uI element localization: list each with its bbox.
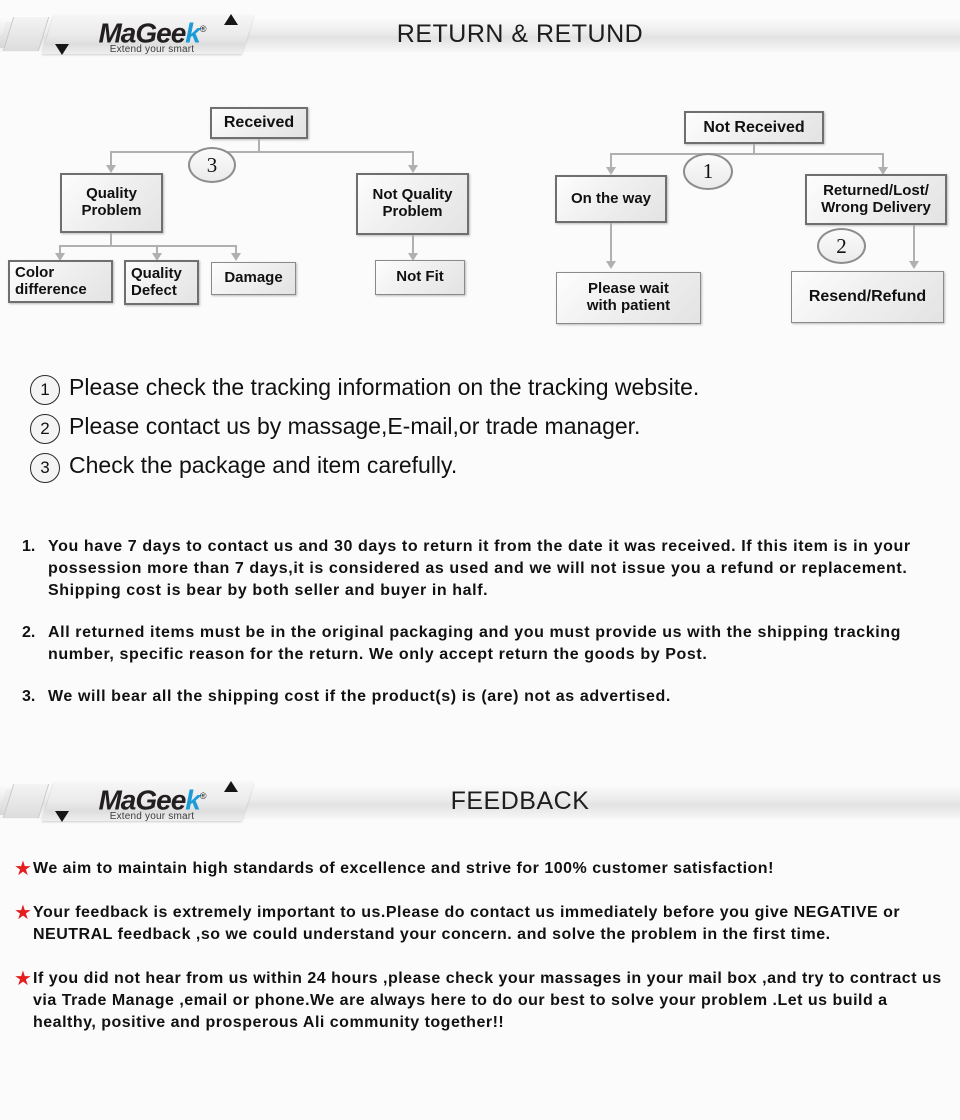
- policy-item-number: 3.: [22, 688, 36, 705]
- flow-node-quality-problem-label: Quality Problem: [81, 185, 142, 219]
- flow-node-color-difference-label: Color difference: [15, 263, 87, 298]
- flow-badge-2: 2: [817, 228, 866, 264]
- feedback-item-text: If you did not hear from us within 24 ho…: [33, 970, 942, 1031]
- brand-name-part1: MaGee: [98, 17, 186, 49]
- numbered-instruction-list: 1 Please check the tracking information …: [30, 372, 930, 489]
- feedback-item: ★ If you did not hear from us within 24 …: [14, 968, 954, 1034]
- feedback-item-text: Your feedback is extremely important to …: [33, 904, 901, 943]
- flow-line: [59, 245, 236, 247]
- flow-arrow-icon: [606, 167, 616, 175]
- registered-mark-icon: ®: [199, 791, 207, 801]
- flow-node-not-fit: Not Fit: [375, 260, 465, 295]
- flow-line: [611, 153, 883, 155]
- list-item-number: 1: [30, 375, 60, 405]
- policy-item-text: We will bear all the shipping cost if th…: [48, 688, 671, 705]
- flowchart: Received 3 Quality Problem Not Quality Pro…: [0, 95, 960, 350]
- list-item-number: 3: [30, 453, 60, 483]
- list-item-text: Please contact us by massage,E-mail,or t…: [69, 413, 641, 439]
- flow-node-not-received-label: Not Received: [703, 118, 805, 136]
- flow-node-damage-label: Damage: [224, 269, 283, 287]
- flow-node-received: Received: [210, 107, 308, 139]
- flow-node-not-received: Not Received: [684, 111, 824, 144]
- brand-name-accent: k: [185, 784, 201, 816]
- return-policy-list: 1. You have 7 days to contact us and 30 …: [22, 536, 940, 728]
- star-icon: ★: [14, 858, 32, 880]
- flow-node-please-wait: Please wait with patient: [556, 272, 701, 324]
- list-item-text: Please check the tracking information on…: [69, 374, 700, 400]
- flow-badge-3: 3: [188, 147, 236, 183]
- flow-line: [258, 139, 260, 151]
- flow-node-returned-lost-label: Returned/Lost/Wrong Delivery: [821, 181, 931, 216]
- list-item-number: 2: [30, 414, 60, 444]
- flow-line: [110, 233, 112, 245]
- feedback-item: ★ Your feedback is extremely important t…: [14, 902, 954, 946]
- list-item: 1 Please check the tracking information …: [30, 372, 930, 405]
- flow-badge-2-label: 2: [836, 233, 847, 258]
- brand-name-accent: k: [185, 17, 201, 49]
- flow-line: [753, 144, 755, 153]
- banner-title-return: RETURN & RETUND: [396, 20, 644, 48]
- flow-node-please-wait-label: Please wait with patient: [586, 280, 671, 314]
- registered-mark-icon: ®: [199, 24, 207, 34]
- star-icon: ★: [14, 902, 32, 924]
- banner-feedback: MaGeek® Extend your smart FEEDBACK: [0, 775, 960, 825]
- brand-logo-text: MaGeek®: [98, 16, 207, 49]
- flow-node-resend-refund: Resend/Refund: [791, 271, 944, 323]
- policy-item-text: You have 7 days to contact us and 30 day…: [48, 538, 911, 599]
- flow-node-color-difference: Color difference: [8, 260, 113, 303]
- flow-arrow-icon: [606, 261, 616, 269]
- feedback-list: ★ We aim to maintain high standards of e…: [14, 858, 954, 1056]
- list-item: 3 Check the package and item carefully.: [30, 450, 930, 483]
- policy-item: 1. You have 7 days to contact us and 30 …: [22, 536, 940, 602]
- flow-node-quality-problem: Quality Problem: [60, 173, 163, 233]
- brand-logo: MaGeek® Extend your smart: [62, 783, 242, 823]
- flow-node-on-the-way-label: On the way: [570, 189, 652, 207]
- flow-line: [610, 223, 612, 265]
- flow-node-quality-defect: Quality Defect: [124, 260, 199, 305]
- policy-item-text: All returned items must be in the origin…: [48, 624, 902, 663]
- feedback-item-text: We aim to maintain high standards of exc…: [33, 860, 774, 877]
- flow-node-damage: Damage: [211, 262, 296, 295]
- flow-badge-3-label: 3: [206, 152, 218, 177]
- policy-item-number: 1.: [22, 538, 36, 555]
- flow-node-received-label: Received: [223, 114, 295, 132]
- banner-title-feedback: FEEDBACK: [450, 787, 590, 815]
- flow-node-not-fit-label: Not Fit: [396, 268, 444, 286]
- policy-item: 2. All returned items must be in the ori…: [22, 622, 940, 666]
- flow-node-resend-refund-label: Resend/Refund: [808, 288, 927, 306]
- flow-node-not-quality-problem: Not Quality Problem: [356, 173, 469, 235]
- flow-node-on-the-way: On the way: [555, 175, 667, 223]
- flow-badge-1-label: 1: [702, 159, 714, 183]
- policy-item: 3. We will bear all the shipping cost if…: [22, 686, 940, 708]
- star-icon: ★: [14, 968, 32, 990]
- feedback-item: ★ We aim to maintain high standards of e…: [14, 858, 954, 880]
- flow-line: [111, 151, 413, 153]
- flow-badge-1: 1: [683, 153, 733, 190]
- brand-logo: MaGeek® Extend your smart: [62, 16, 242, 56]
- banner-return: MaGeek® Extend your smart RETURN & RETUN…: [0, 8, 960, 58]
- flow-arrow-icon: [231, 253, 241, 261]
- page-root: MaGeek® Extend your smart RETURN & RETUN…: [0, 0, 960, 1120]
- flow-line: [913, 225, 915, 265]
- flow-arrow-icon: [909, 261, 919, 269]
- policy-item-number: 2.: [22, 624, 36, 641]
- flow-node-returned-lost: Returned/Lost/Wrong Delivery: [805, 174, 947, 225]
- list-item-text: Check the package and item carefully.: [69, 452, 458, 478]
- flow-arrow-icon: [408, 165, 418, 173]
- flow-arrow-icon: [106, 165, 116, 173]
- flow-node-not-quality-problem-label: Not Quality Problem: [372, 186, 453, 220]
- flow-node-quality-defect-label: Quality Defect: [131, 264, 182, 299]
- list-item: 2 Please contact us by massage,E-mail,or…: [30, 411, 930, 444]
- brand-logo-text: MaGeek®: [98, 783, 207, 816]
- brand-name-part1: MaGee: [98, 784, 186, 816]
